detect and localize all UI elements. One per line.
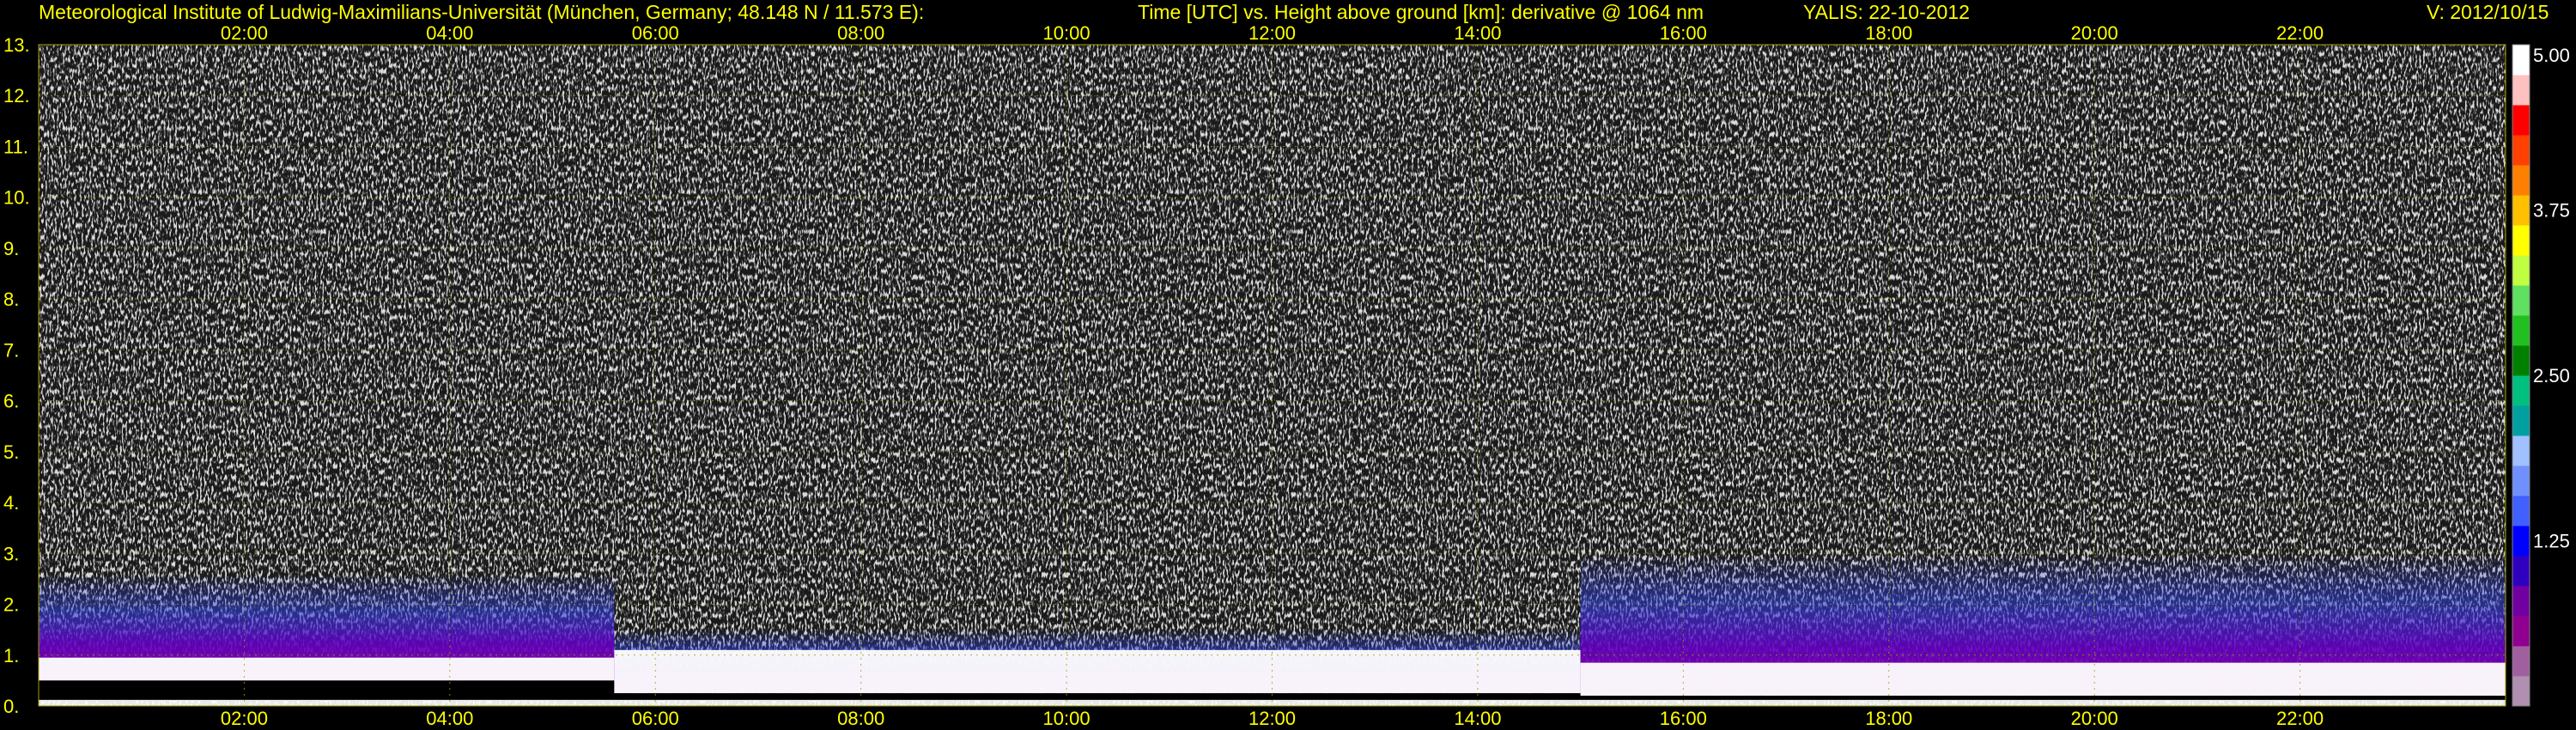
colorbar-segment — [2512, 556, 2530, 587]
x-tick-label-bottom: 10:00 — [1043, 708, 1091, 729]
near-ground-band-0 — [39, 680, 615, 702]
x-axis-bottom: 02:00 04:00 06:00 08:00 10:00 12:00 14:00 16:00… — [221, 708, 2324, 729]
y-tick-label: 12. — [3, 85, 30, 106]
colorbar-segment — [2512, 105, 2530, 136]
x-tick-label-bottom: 22:00 — [2276, 708, 2324, 729]
instrument-date: YALIS: 22-10-2012 — [1803, 1, 1970, 23]
colorbar-segment — [2512, 496, 2530, 526]
x-tick-label-bottom: 02:00 — [221, 708, 268, 729]
y-tick-label: 5. — [3, 441, 19, 463]
x-tick-label-top: 22:00 — [2276, 22, 2324, 44]
y-tick-label: 13. — [3, 34, 30, 56]
colorbar-segment — [2512, 345, 2530, 376]
colorbar-segment — [2512, 375, 2530, 406]
y-axis: 0. 1. 2. 3. 4. 5. 6. 7. 8. 9. 10. 11. 12. 13. — [3, 34, 30, 717]
colorbar-segment — [2512, 676, 2530, 707]
x-tick-label-bottom: 16:00 — [1660, 708, 1707, 729]
colorbar-segment — [2512, 586, 2530, 617]
x-tick-label-top: 02:00 — [221, 22, 268, 44]
boundary-layer-core-2 — [1580, 662, 2506, 697]
x-tick-label-bottom: 06:00 — [632, 708, 679, 729]
lidar-heatmap-chart: 0. 1. 2. 3. 4. 5. 6. 7. 8. 9. 10. 11. 12. 13. 02:00 04… — [3, 22, 2570, 729]
colorbar-segment — [2512, 195, 2530, 226]
colorbar-segment — [2512, 435, 2530, 466]
y-tick-label: 2. — [3, 594, 19, 616]
colorbar-segment — [2512, 526, 2530, 557]
colorbar-segment — [2512, 135, 2530, 166]
near-ground-band-1 — [614, 693, 1581, 702]
y-tick-label: 3. — [3, 543, 19, 564]
x-tick-label-top: 06:00 — [632, 22, 679, 44]
x-tick-label-bottom: 12:00 — [1249, 708, 1296, 729]
x-tick-label-top: 16:00 — [1660, 22, 1707, 44]
colorbar: 1.25 2.50 3.75 5.00 — [2512, 44, 2570, 707]
x-tick-label-top: 20:00 — [2071, 22, 2118, 44]
y-tick-label: 4. — [3, 492, 19, 514]
colorbar-segment — [2512, 465, 2530, 496]
x-tick-label-top: 12:00 — [1249, 22, 1296, 44]
colorbar-segment — [2512, 315, 2530, 346]
institute-title: Meteorological Institute of Ludwig-Maxim… — [39, 1, 925, 23]
x-tick-label-bottom: 04:00 — [426, 708, 473, 729]
y-tick-label: 6. — [3, 391, 19, 412]
x-tick-label-top: 08:00 — [837, 22, 884, 44]
colorbar-segment — [2512, 255, 2530, 286]
y-tick-label: 11. — [3, 136, 28, 157]
axes-title: Time [UTC] vs. Height above ground [km]:… — [1138, 1, 1704, 23]
colorbar-segment — [2512, 405, 2530, 436]
boundary-layer-core-1 — [614, 649, 1581, 694]
colorbar-label: 5.00 — [2533, 45, 2570, 66]
colorbar-label: 3.75 — [2533, 200, 2570, 222]
boundary-layer-core-0 — [39, 657, 615, 681]
colorbar-segment — [2512, 75, 2530, 106]
x-tick-label-bottom: 20:00 — [2071, 708, 2118, 729]
version-label: V: 2012/10/15 — [2427, 1, 2549, 23]
colorbar-segment — [2512, 646, 2530, 677]
y-tick-label: 9. — [3, 238, 19, 259]
y-tick-label: 1. — [3, 645, 19, 666]
y-tick-label: 7. — [3, 339, 19, 361]
x-axis-top: 02:00 04:00 06:00 08:00 10:00 12:00 14:00 16:00… — [221, 22, 2324, 44]
colorbar-label: 2.50 — [2533, 365, 2570, 386]
colorbar-label: 1.25 — [2533, 531, 2570, 552]
x-tick-label-top: 10:00 — [1043, 22, 1091, 44]
x-tick-label-top: 18:00 — [1865, 22, 1912, 44]
y-tick-label: 10. — [3, 187, 30, 209]
x-tick-label-bottom: 18:00 — [1865, 708, 1912, 729]
colorbar-segment — [2512, 225, 2530, 256]
colorbar-segment — [2512, 165, 2530, 196]
y-tick-label: 0. — [3, 696, 19, 717]
colorbar-segment — [2512, 285, 2530, 316]
x-tick-label-bottom: 14:00 — [1454, 708, 1501, 729]
x-tick-label-top: 14:00 — [1454, 22, 1501, 44]
colorbar-segment — [2512, 616, 2530, 647]
y-tick-label: 8. — [3, 289, 19, 310]
x-tick-label-top: 04:00 — [426, 22, 473, 44]
colorbar-segment — [2512, 45, 2530, 76]
x-tick-label-bottom: 08:00 — [837, 708, 884, 729]
